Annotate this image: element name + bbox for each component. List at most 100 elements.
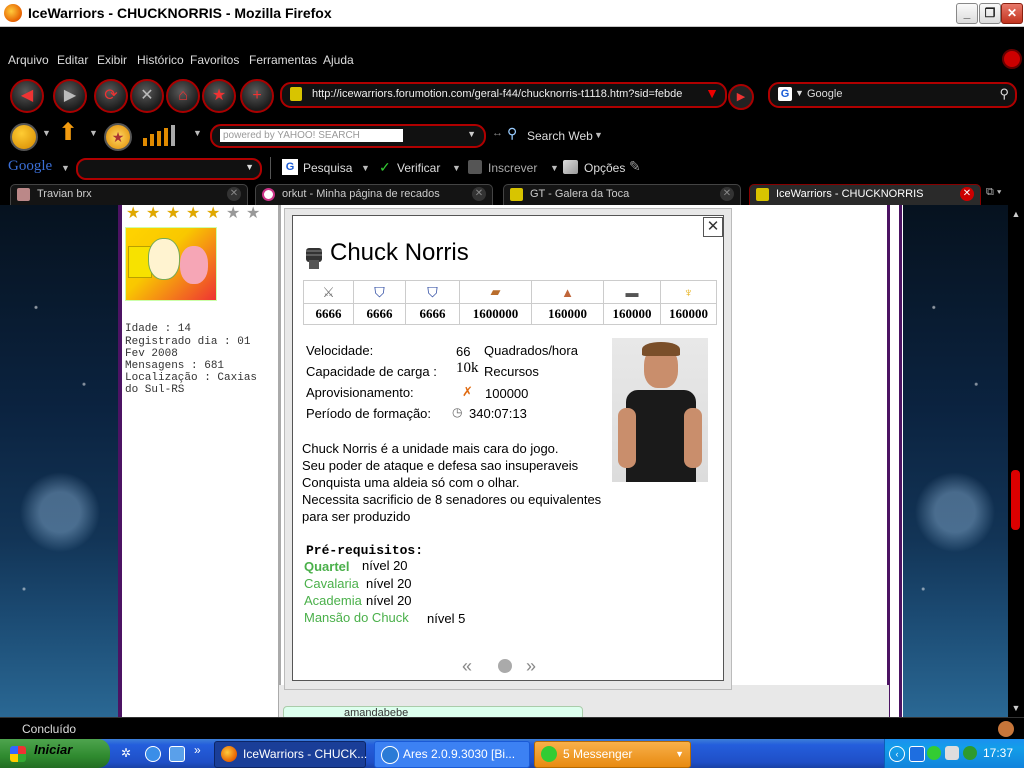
- menu-historico[interactable]: Histórico: [137, 53, 184, 67]
- menu-arquivo[interactable]: Arquivo: [8, 53, 49, 67]
- star-icon[interactable]: ★: [104, 123, 132, 151]
- iron-icon: ▬: [625, 284, 639, 300]
- options-icon[interactable]: [563, 160, 578, 174]
- popup-close-button[interactable]: ✕: [703, 217, 723, 237]
- internet-explorer-icon[interactable]: [145, 746, 161, 762]
- tab-icewarriors[interactable]: IceWarriors - CHUCKNORRIS ✕: [749, 184, 981, 205]
- go-button[interactable]: ▶: [728, 84, 754, 110]
- menu-favoritos[interactable]: Favoritos: [190, 53, 239, 67]
- google-search-dropdown-icon[interactable]: ▼: [245, 162, 254, 172]
- search-icon[interactable]: ⚲: [999, 86, 1009, 102]
- volume-icon[interactable]: [945, 746, 959, 760]
- crop-icon: ♆: [683, 284, 694, 300]
- stop-button[interactable]: ✕: [130, 79, 164, 113]
- pesquisa-button[interactable]: Pesquisa: [303, 161, 352, 175]
- rss-icon[interactable]: [468, 160, 482, 174]
- maximize-button[interactable]: ❐: [979, 3, 1001, 24]
- prereq-mansao-link[interactable]: Mansão do Chuck: [304, 610, 409, 625]
- clock-icon: ◷: [452, 405, 463, 419]
- tab-close-icon[interactable]: ✕: [720, 187, 734, 201]
- status-addon-icon[interactable]: [998, 721, 1014, 737]
- tab-travian[interactable]: Travian brx ✕: [10, 184, 248, 205]
- task-messenger[interactable]: 5 Messenger ▼: [534, 741, 691, 768]
- up-dropdown-icon[interactable]: ▼: [89, 128, 98, 138]
- menu-editar[interactable]: Editar: [57, 53, 88, 67]
- search-web-dropdown-icon[interactable]: ▼: [594, 130, 603, 140]
- tray-expand-icon[interactable]: ‹: [889, 746, 905, 762]
- start-button[interactable]: Iniciar: [0, 739, 110, 768]
- yahoo-search-dropdown-icon[interactable]: ▼: [467, 129, 476, 139]
- user-messages: Mensagens : 681: [125, 360, 225, 372]
- new-tab-button[interactable]: +: [240, 79, 274, 113]
- messenger-tray-icon[interactable]: [927, 746, 941, 760]
- reload-button[interactable]: ⟳: [94, 79, 128, 113]
- quicklaunch-more-icon[interactable]: »: [194, 743, 201, 757]
- search-web-icon[interactable]: ⚲: [507, 125, 517, 142]
- tab-orkut[interactable]: orkut - Minha página de recados ✕: [255, 184, 493, 205]
- start-label: Iniciar: [34, 742, 73, 757]
- task-firefox[interactable]: IceWarriors - CHUCK...: [214, 741, 367, 768]
- prereq-quartel-link[interactable]: Quartel: [304, 559, 350, 574]
- scroll-up-icon[interactable]: ▲: [1010, 209, 1022, 219]
- yahoo-search-box[interactable]: powered by YAHOO! SEARCH ▼: [210, 124, 486, 148]
- home-button[interactable]: ⌂: [166, 79, 200, 113]
- tab-list-button[interactable]: ⧉ ▾: [986, 186, 1018, 202]
- forward-button[interactable]: ▶: [53, 79, 87, 113]
- tab-gt[interactable]: GT - Galera da Toca ✕: [503, 184, 741, 205]
- google-logo[interactable]: Google: [8, 158, 52, 175]
- up-arrow-icon[interactable]: ⬆: [58, 121, 78, 145]
- quicklaunch-icon[interactable]: ✲: [121, 746, 135, 760]
- verificar-dropdown-icon[interactable]: ▼: [452, 163, 461, 173]
- tab-close-icon[interactable]: ✕: [960, 187, 974, 201]
- next-arrow-icon[interactable]: »: [526, 656, 536, 677]
- url-bar[interactable]: http://icewarriors.forumotion.com/geral-…: [280, 82, 727, 108]
- google-engine-icon[interactable]: G: [778, 87, 792, 101]
- pager-dot-icon[interactable]: [498, 659, 512, 673]
- vertical-scrollbar[interactable]: ▲ ▼: [1008, 205, 1024, 717]
- search-web-button[interactable]: Search Web: [527, 129, 593, 143]
- quicklaunch-app-icon[interactable]: [169, 746, 185, 762]
- menu-ajuda[interactable]: Ajuda: [323, 53, 354, 67]
- scroll-down-icon[interactable]: ▼: [1010, 703, 1022, 713]
- resize-handle-icon[interactable]: ↔: [492, 127, 503, 139]
- pencil-icon[interactable]: ✎: [629, 158, 641, 175]
- opcoes-button[interactable]: Opções: [584, 161, 625, 175]
- clock[interactable]: 17:37: [983, 746, 1013, 760]
- search-box[interactable]: G ▼ Google ⚲: [768, 82, 1017, 108]
- google-dropdown-icon[interactable]: ▼: [61, 163, 70, 173]
- minimize-button[interactable]: _: [956, 3, 978, 24]
- network-icon[interactable]: [963, 746, 977, 760]
- task-ares[interactable]: Ares 2.0.9.3030 [Bi...: [374, 741, 530, 768]
- prereq-academia-link[interactable]: Academia: [304, 593, 362, 608]
- close-button[interactable]: ✕: [1001, 3, 1023, 24]
- scrollbar-thumb[interactable]: [1011, 470, 1020, 530]
- bookmark-star-button[interactable]: ★: [202, 79, 236, 113]
- tab-close-icon[interactable]: ✕: [472, 187, 486, 201]
- back-button[interactable]: ◀: [10, 79, 44, 113]
- signal-dropdown-icon[interactable]: ▼: [193, 128, 202, 138]
- background-decoration: [902, 205, 1008, 717]
- yahoo-search-input[interactable]: powered by YAHOO! SEARCH: [220, 129, 403, 142]
- avatar[interactable]: [125, 227, 217, 301]
- yahoo-mail-icon[interactable]: [10, 123, 38, 151]
- menu-exibir[interactable]: Exibir: [97, 53, 127, 67]
- task-group-dropdown-icon[interactable]: ▼: [675, 749, 684, 759]
- aprovisionamento-label: Aprovisionamento:: [306, 385, 414, 400]
- user-registered: Registrado dia : 01 Fev 2008: [125, 336, 251, 360]
- inscrever-dropdown-icon[interactable]: ▼: [550, 163, 559, 173]
- tray-app-icon[interactable]: [909, 746, 925, 762]
- tab-close-icon[interactable]: ✕: [227, 187, 241, 201]
- checkmark-icon[interactable]: ✓: [379, 159, 391, 176]
- previous-arrow-icon[interactable]: «: [462, 656, 472, 677]
- url-dropdown-icon[interactable]: ▼: [705, 85, 719, 101]
- inscrever-button[interactable]: Inscrever: [488, 161, 537, 175]
- prereq-cavalaria-link[interactable]: Cavalaria: [304, 576, 359, 591]
- yahoo-menu-dropdown-icon[interactable]: ▼: [42, 128, 51, 138]
- menu-ferramentas[interactable]: Ferramentas: [249, 53, 317, 67]
- title-bar: IceWarriors - CHUCKNORRIS - Mozilla Fire…: [0, 0, 1024, 27]
- google-search-input[interactable]: ▼: [76, 158, 262, 180]
- pesquisa-dropdown-icon[interactable]: ▼: [361, 163, 370, 173]
- engine-dropdown-icon[interactable]: ▼: [795, 88, 804, 98]
- google-search-icon[interactable]: G: [282, 159, 298, 175]
- verificar-button[interactable]: Verificar: [397, 161, 440, 175]
